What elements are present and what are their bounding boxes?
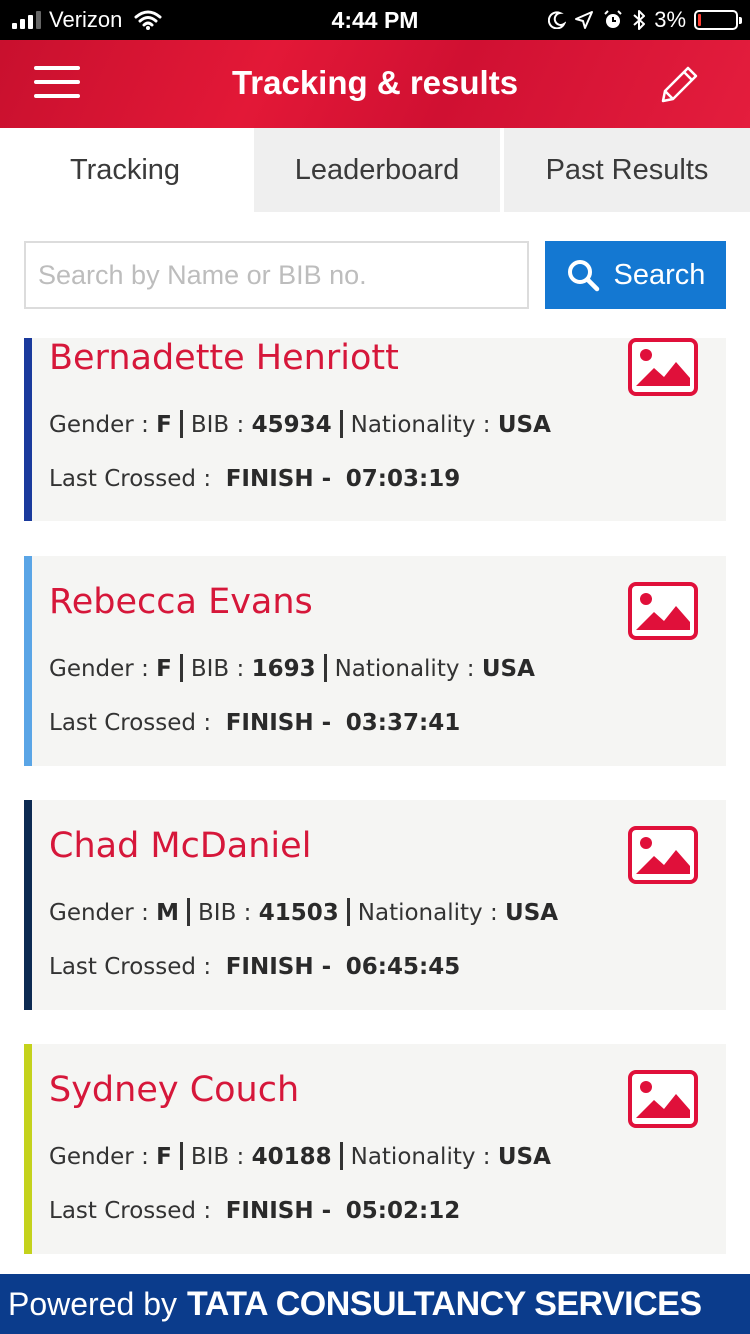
gender-label: Gender : — [49, 656, 149, 682]
powered-by-label: Powered by — [8, 1285, 177, 1322]
tcs-logo: TATA CONSULTANCY SERVICES — [186, 1284, 702, 1323]
runner-card[interactable]: Rebecca Evans Gender : F BIB : 1693 Nationa… — [24, 556, 726, 766]
last-crossed-time: 03:37:41 — [345, 710, 461, 736]
divider — [346, 898, 350, 926]
page-title: Tracking & results — [231, 64, 519, 101]
search-button[interactable]: Search — [545, 241, 726, 309]
nationality-value: USA — [497, 1144, 551, 1170]
footer-banner: Powered by TATA CONSULTANCY SERVICES — [0, 1274, 750, 1334]
battery-icon — [694, 10, 742, 30]
search-input[interactable] — [24, 241, 529, 309]
status-right: 3% — [548, 7, 742, 33]
tab-bar: Tracking Leaderboard Past Results — [0, 128, 750, 212]
gender-value: F — [156, 1144, 172, 1170]
bib-label: BIB : — [190, 412, 245, 438]
divider — [179, 1142, 183, 1170]
nationality-value: USA — [481, 656, 535, 682]
photo-icon[interactable] — [628, 582, 698, 640]
runner-card[interactable]: Chad McDaniel Gender : M BIB : 41503 Nation… — [24, 800, 726, 1010]
runner-name: Chad McDaniel — [49, 826, 312, 866]
last-crossed-row: Last Crossed : FINISH - 03:37:41 — [49, 710, 460, 736]
nationality-value: USA — [497, 412, 551, 438]
divider — [179, 654, 183, 682]
divider — [323, 654, 327, 682]
tab-tracking[interactable]: Tracking — [0, 128, 250, 212]
gender-label: Gender : — [49, 1144, 149, 1170]
nationality-value: USA — [505, 900, 559, 926]
runner-details: Gender : F BIB : 1693 Nationality : USA — [49, 654, 535, 682]
bib-value: 1693 — [251, 656, 316, 682]
divider — [179, 410, 183, 438]
status-bar: Verizon 4:44 PM 3% — [0, 0, 750, 40]
nationality-label: Nationality : — [350, 412, 491, 438]
runner-name: Bernadette Henriott — [49, 338, 399, 378]
tab-leaderboard[interactable]: Leaderboard — [250, 128, 500, 212]
battery-percent: 3% — [654, 7, 686, 32]
moon-icon — [548, 11, 567, 29]
photo-icon[interactable] — [628, 338, 698, 396]
divider — [187, 898, 191, 926]
runner-name: Rebecca Evans — [49, 582, 313, 622]
search-icon — [567, 260, 599, 292]
last-crossed-time: 05:02:12 — [345, 1198, 461, 1224]
gender-value: M — [156, 900, 180, 926]
runner-details: Gender : F BIB : 40188 Nationality : USA — [49, 1142, 551, 1170]
bib-label: BIB : — [190, 656, 245, 682]
nationality-label: Nationality : — [334, 656, 475, 682]
nationality-label: Nationality : — [357, 900, 498, 926]
app-header: Tracking & results — [0, 40, 750, 128]
runner-details: Gender : F BIB : 45934 Nationality : USA — [49, 410, 551, 438]
bib-value: 40188 — [251, 1144, 332, 1170]
last-crossed-row: Last Crossed : FINISH - 07:03:19 — [49, 466, 460, 492]
bib-label: BIB : — [190, 1144, 245, 1170]
divider — [339, 410, 343, 438]
last-crossed-point: FINISH - — [225, 466, 332, 492]
location-arrow-icon — [575, 11, 594, 29]
last-crossed-point: FINISH - — [225, 1198, 332, 1224]
gender-value: F — [156, 656, 172, 682]
last-crossed-label: Last Crossed : — [49, 954, 212, 980]
gender-label: Gender : — [49, 412, 149, 438]
last-crossed-label: Last Crossed : — [49, 466, 212, 492]
gender-label: Gender : — [49, 900, 149, 926]
last-crossed-point: FINISH - — [225, 710, 332, 736]
runner-card[interactable]: Bernadette Henriott Gender : F BIB : 45934… — [24, 338, 726, 521]
divider — [339, 1142, 343, 1170]
gender-value: F — [156, 412, 172, 438]
last-crossed-label: Last Crossed : — [49, 1198, 212, 1224]
last-crossed-time: 06:45:45 — [345, 954, 461, 980]
bib-value: 41503 — [258, 900, 339, 926]
search-button-label: Search — [613, 258, 706, 291]
nationality-label: Nationality : — [350, 1144, 491, 1170]
runner-name: Sydney Couch — [49, 1070, 300, 1110]
alarm-icon — [604, 10, 622, 28]
bib-label: BIB : — [198, 900, 252, 926]
last-crossed-time: 07:03:19 — [345, 466, 461, 492]
last-crossed-label: Last Crossed : — [49, 710, 212, 736]
last-crossed-row: Last Crossed : FINISH - 06:45:45 — [49, 954, 460, 980]
runner-details: Gender : M BIB : 41503 Nationality : USA — [49, 898, 558, 926]
tab-past-results[interactable]: Past Results — [500, 128, 750, 212]
photo-icon[interactable] — [628, 1070, 698, 1128]
bib-value: 45934 — [251, 412, 332, 438]
edit-pencil-icon[interactable] — [660, 64, 700, 104]
last-crossed-row: Last Crossed : FINISH - 05:02:12 — [49, 1198, 460, 1224]
bluetooth-icon — [633, 10, 646, 30]
last-crossed-point: FINISH - — [225, 954, 332, 980]
runner-card[interactable]: Sydney Couch Gender : F BIB : 40188 Nationa… — [24, 1044, 726, 1254]
photo-icon[interactable] — [628, 826, 698, 884]
